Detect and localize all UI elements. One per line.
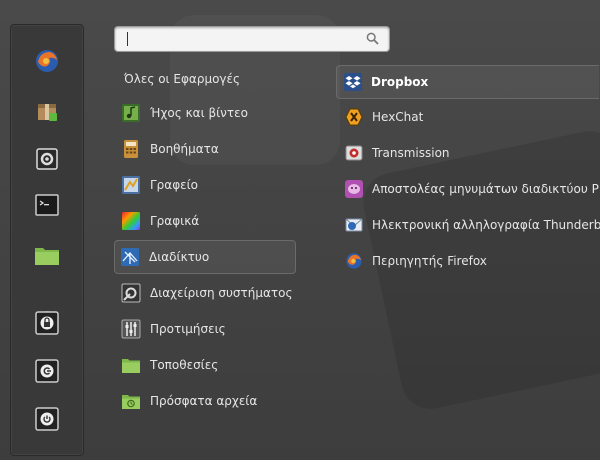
package-icon	[34, 98, 60, 124]
category-preferences[interactable]: Προτιμήσεις	[116, 313, 296, 345]
folder-icon	[120, 354, 142, 376]
favorite-lock-screen[interactable]	[31, 307, 63, 339]
settings-icon	[34, 146, 60, 172]
favorite-firefox[interactable]	[31, 45, 63, 77]
thunderbird-icon	[344, 215, 364, 235]
logout-icon	[34, 358, 60, 384]
magnifier-icon	[366, 32, 379, 45]
preferences-icon	[120, 318, 142, 340]
recent-folder-icon	[120, 390, 142, 412]
favorite-terminal[interactable]	[31, 189, 63, 221]
category-graphics[interactable]: Γραφικά	[116, 205, 296, 237]
category-sound-video[interactable]: Ήχος και βίντεο	[116, 97, 296, 129]
text-cursor	[127, 32, 128, 46]
transmission-icon	[344, 143, 364, 163]
calculator-icon	[120, 138, 142, 160]
graphics-icon	[120, 210, 142, 232]
category-accessories[interactable]: Βοηθήματα	[116, 133, 296, 165]
favorite-home-folder[interactable]	[31, 239, 63, 271]
favorites-panel	[10, 24, 84, 456]
app-label: Transmission	[372, 146, 450, 160]
favorite-logout[interactable]	[31, 355, 63, 387]
app-label: Αποστολέας μηνυμάτων διαδικτύου P	[372, 182, 599, 196]
search-box[interactable]	[114, 26, 390, 52]
office-icon	[120, 174, 142, 196]
search-input[interactable]	[121, 29, 365, 49]
internet-icon	[119, 246, 141, 268]
dropbox-icon	[343, 72, 363, 92]
app-firefox[interactable]: Περιηγητής Firefox	[338, 245, 600, 277]
favorite-package-installer[interactable]	[31, 95, 63, 127]
category-label: Τοποθεσίες	[150, 358, 219, 372]
category-label: Προτιμήσεις	[150, 322, 226, 336]
app-pidgin[interactable]: Αποστολέας μηνυμάτων διαδικτύου P	[338, 173, 600, 205]
app-label: Περιηγητής Firefox	[372, 254, 487, 268]
power-icon	[34, 406, 60, 432]
terminal-icon	[34, 192, 60, 218]
pidgin-icon	[344, 179, 364, 199]
app-label: HexChat	[372, 110, 424, 124]
app-hexchat[interactable]: HexChat	[338, 101, 600, 133]
app-label: Ηλεκτρονική αλληλογραφία Thunderb	[372, 218, 600, 232]
category-label: Γραφείο	[150, 178, 199, 192]
app-dropbox[interactable]: Dropbox	[336, 65, 599, 99]
application-menu: Όλες οι Εφαρμογές Ήχος και βίντεο Βοηθήμ…	[0, 0, 600, 460]
category-label: Γραφικά	[150, 214, 200, 228]
firefox-icon	[34, 48, 60, 74]
app-transmission[interactable]: Transmission	[338, 137, 600, 169]
category-label: Διαδίκτυο	[149, 250, 210, 264]
category-label: Βοηθήματα	[150, 142, 219, 156]
category-label: Ήχος και βίντεο	[150, 106, 248, 120]
favorite-shutdown[interactable]	[31, 403, 63, 435]
app-label: Dropbox	[371, 75, 429, 89]
favorite-system-settings[interactable]	[31, 143, 63, 175]
category-label: Πρόσφατα αρχεία	[150, 394, 258, 408]
category-label: Διαχείριση συστήματος	[150, 286, 293, 300]
category-office[interactable]: Γραφείο	[116, 169, 296, 201]
firefox-icon	[344, 251, 364, 271]
folder-icon	[33, 243, 61, 267]
app-thunderbird[interactable]: Ηλεκτρονική αλληλογραφία Thunderb	[338, 209, 600, 241]
category-places[interactable]: Τοποθεσίες	[116, 349, 296, 381]
category-internet[interactable]: Διαδίκτυο	[114, 240, 296, 274]
category-label: Όλες οι Εφαρμογές	[124, 72, 241, 86]
lock-icon	[34, 310, 60, 336]
hexchat-icon	[344, 107, 364, 127]
multimedia-icon	[120, 102, 142, 124]
category-administration[interactable]: Διαχείριση συστήματος	[116, 277, 296, 309]
administration-icon	[120, 282, 142, 304]
category-all-applications[interactable]: Όλες οι Εφαρμογές	[124, 63, 304, 95]
category-recent-files[interactable]: Πρόσφατα αρχεία	[116, 385, 296, 417]
